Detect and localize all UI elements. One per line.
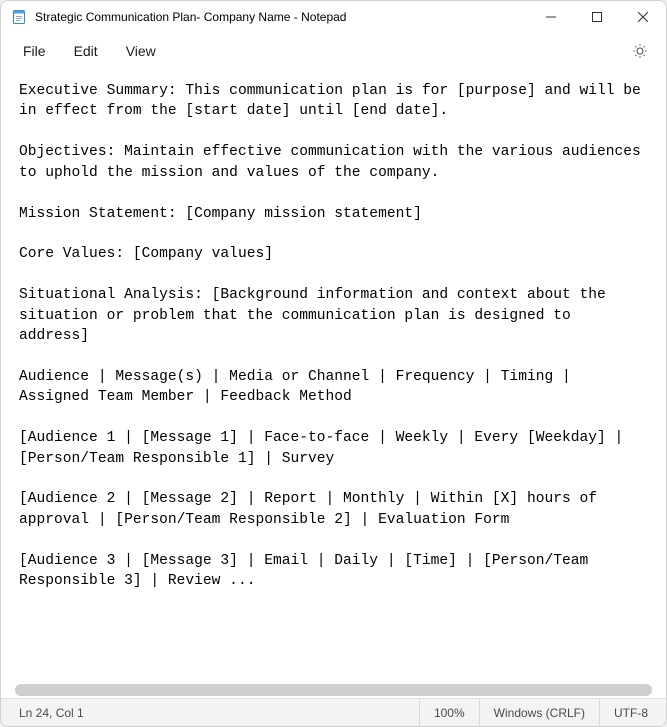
menu-bar: File Edit View	[1, 33, 666, 69]
window-controls	[528, 1, 666, 33]
status-encoding: UTF-8	[599, 699, 662, 726]
gear-icon	[632, 43, 648, 59]
maximize-button[interactable]	[574, 1, 620, 33]
status-bar: Ln 24, Col 1 100% Windows (CRLF) UTF-8	[1, 698, 666, 726]
status-zoom[interactable]: 100%	[419, 699, 479, 726]
menu-file[interactable]: File	[9, 37, 60, 65]
text-area-scroll[interactable]: Executive Summary: This communication pl…	[1, 69, 666, 680]
text-area[interactable]: Executive Summary: This communication pl…	[19, 81, 648, 592]
menu-view[interactable]: View	[112, 37, 170, 65]
status-line-ending: Windows (CRLF)	[479, 699, 599, 726]
horizontal-scrollbar[interactable]	[15, 684, 652, 696]
settings-button[interactable]	[622, 39, 658, 63]
close-button[interactable]	[620, 1, 666, 33]
title-bar: Strategic Communication Plan- Company Na…	[1, 1, 666, 33]
window-title: Strategic Communication Plan- Company Na…	[35, 10, 528, 24]
scrollbar-thumb[interactable]	[15, 684, 652, 696]
notepad-window: Strategic Communication Plan- Company Na…	[0, 0, 667, 727]
notepad-icon	[11, 9, 27, 25]
minimize-button[interactable]	[528, 1, 574, 33]
status-cursor-position: Ln 24, Col 1	[5, 699, 98, 726]
menu-edit[interactable]: Edit	[60, 37, 112, 65]
